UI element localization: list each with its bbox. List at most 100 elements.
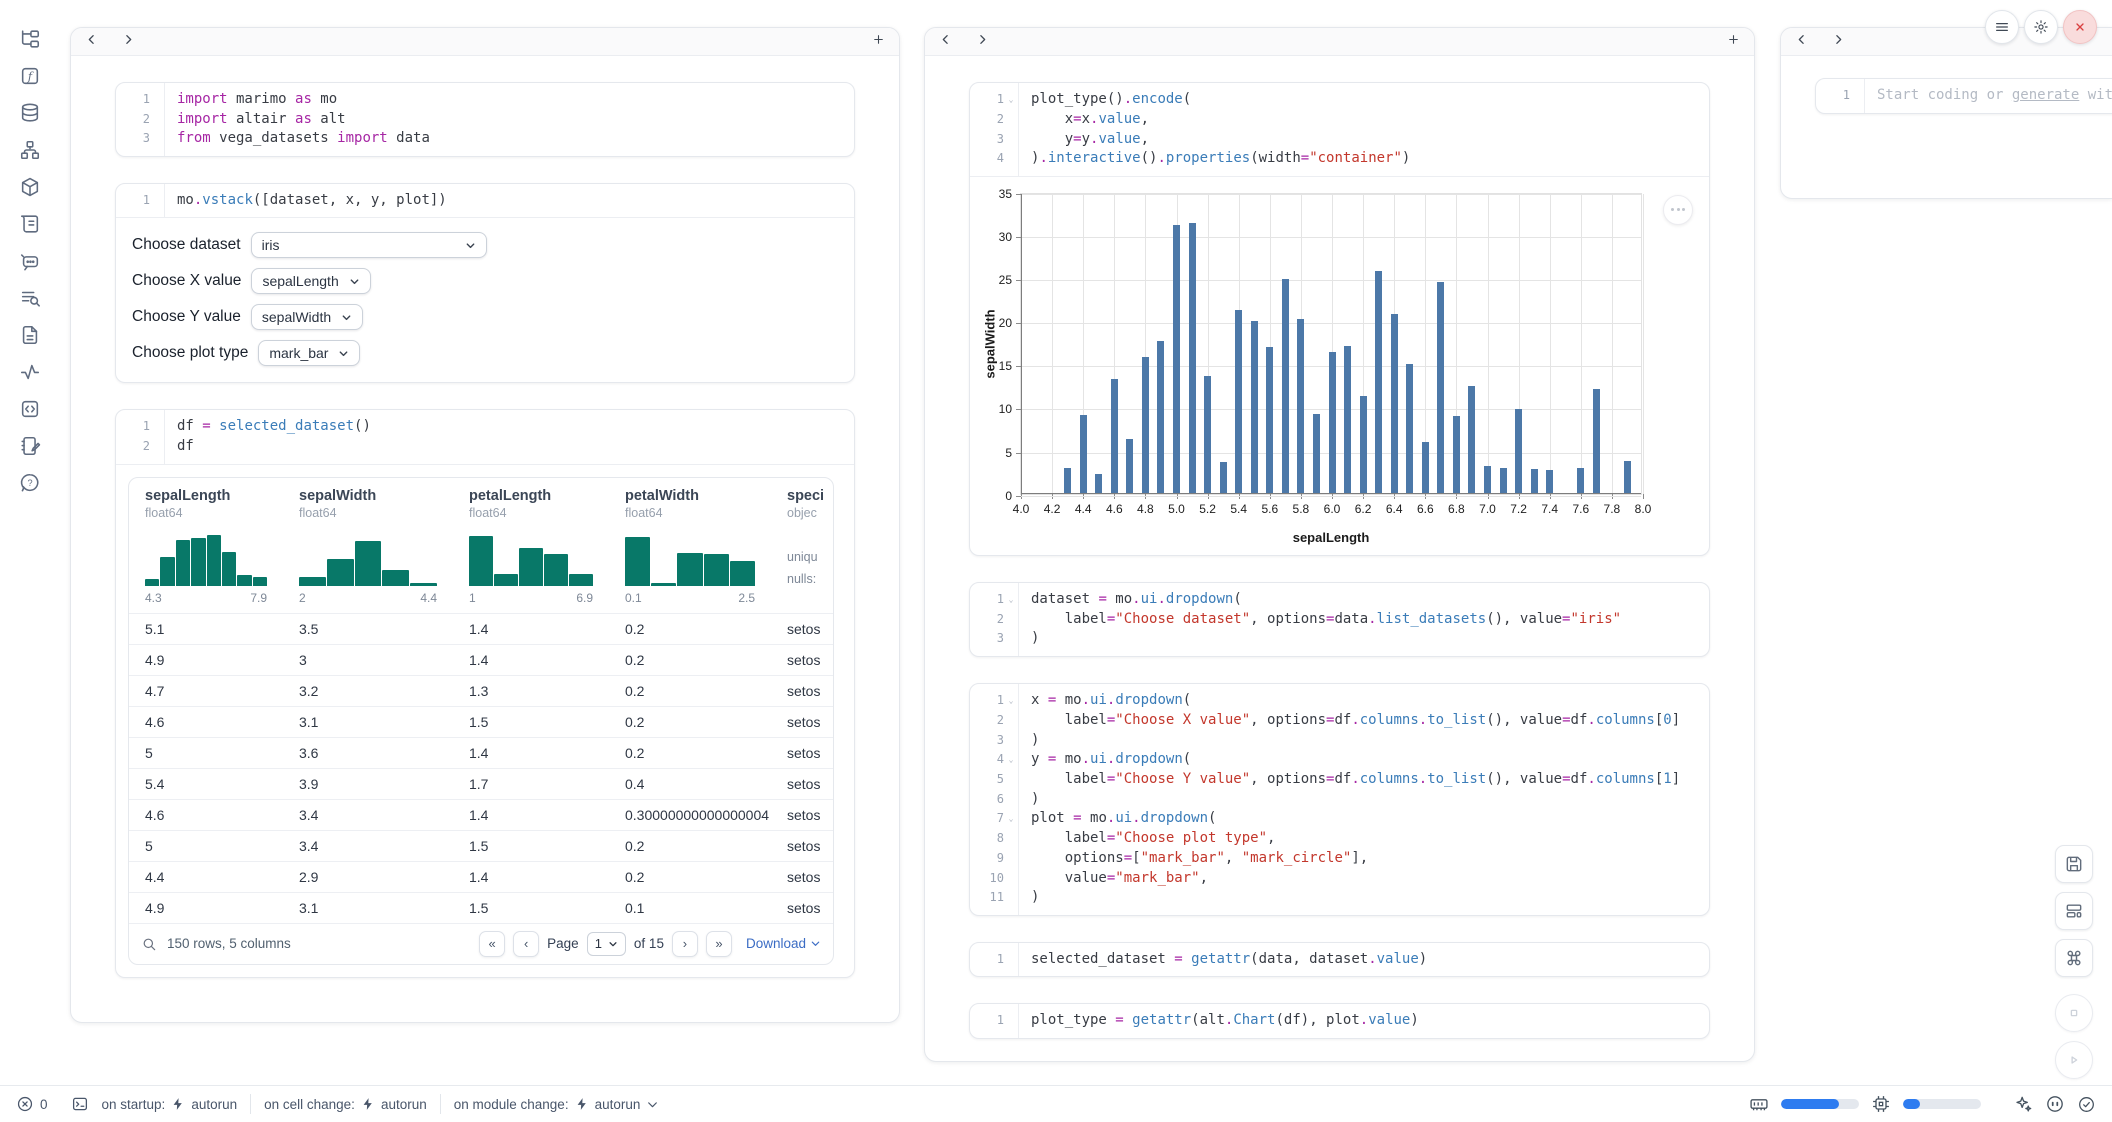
code-editor[interactable]: 1selected_dataset = getattr(data, datase… bbox=[970, 943, 1709, 977]
menu-button[interactable] bbox=[1985, 10, 2019, 44]
table-row[interactable]: 5.13.51.40.2setos bbox=[129, 613, 833, 644]
plot-area[interactable]: 4.04.24.44.64.85.05.25.45.65.86.06.26.46… bbox=[1020, 193, 1642, 495]
dataframe-table: sepalLengthfloat64sepalWidthfloat64petal… bbox=[128, 477, 834, 965]
add-column-icon[interactable] bbox=[872, 33, 885, 51]
code-editor[interactable]: 1import marimo as mo2import altair as al… bbox=[116, 83, 854, 156]
page-select[interactable]: 1 bbox=[587, 932, 626, 956]
table-row[interactable]: 4.73.21.30.2setos bbox=[129, 675, 833, 706]
column-header[interactable]: speciobjec bbox=[771, 478, 834, 526]
notebook-column-left: 1import marimo as mo2import altair as al… bbox=[70, 27, 900, 1023]
collapse-left-icon[interactable] bbox=[85, 33, 98, 51]
on-cell-change-setting[interactable]: on cell change: autorun bbox=[264, 1097, 427, 1112]
cell-output: sepalLengthfloat64sepalWidthfloat64petal… bbox=[116, 464, 854, 977]
cpu-icon bbox=[1871, 1094, 1891, 1114]
column-header[interactable]: sepalWidthfloat64 bbox=[283, 478, 453, 526]
run-button[interactable] bbox=[2055, 1041, 2093, 1079]
column-header[interactable]: sepalLengthfloat64 bbox=[129, 478, 283, 526]
x-value-select[interactable]: sepalLength bbox=[251, 268, 370, 294]
cell-xy-plot-dropdowns: 1⌄x = mo.ui.dropdown(2 label="Choose X v… bbox=[969, 683, 1710, 916]
table-row[interactable]: 53.41.50.2setos bbox=[129, 830, 833, 861]
table-row[interactable]: 5.43.91.70.4setos bbox=[129, 768, 833, 799]
on-startup-setting[interactable]: on startup: autorun bbox=[102, 1097, 238, 1112]
stop-button[interactable] bbox=[2055, 994, 2093, 1032]
y-axis-title: sepalWidth bbox=[983, 309, 998, 378]
code-editor[interactable]: 1df = selected_dataset()2df bbox=[116, 410, 854, 463]
plot-type-select[interactable]: mark_bar bbox=[258, 340, 360, 366]
generate-with-ai-link[interactable]: generate bbox=[2012, 87, 2079, 103]
table-row[interactable]: 4.63.41.40.30000000000000004setos bbox=[129, 799, 833, 830]
copilot-icon[interactable] bbox=[2045, 1094, 2065, 1114]
chevron-down-icon bbox=[341, 312, 352, 323]
collapse-left-icon[interactable] bbox=[1795, 33, 1808, 51]
download-button[interactable]: Download bbox=[746, 936, 821, 951]
page-count-label: of 15 bbox=[634, 936, 664, 951]
connection-check-icon[interactable] bbox=[2077, 1095, 2096, 1114]
column-histogram: 0.12.5 bbox=[609, 526, 771, 613]
help-icon[interactable]: ? bbox=[19, 472, 41, 494]
column-histogram: 16.9 bbox=[453, 526, 609, 613]
terminal-button[interactable] bbox=[71, 1095, 89, 1113]
cell-chart: 1⌄plot_type().encode(2 x=x.value,3 y=y.v… bbox=[969, 82, 1710, 556]
zap-icon bbox=[361, 1097, 375, 1111]
shortcuts-button[interactable] bbox=[2055, 939, 2093, 977]
ai-chat-icon[interactable] bbox=[19, 250, 41, 272]
collapse-right-icon[interactable] bbox=[122, 33, 135, 51]
dropdown-label: Choose dataset bbox=[132, 236, 241, 254]
table-row[interactable]: 4.63.11.50.2setos bbox=[129, 706, 833, 737]
settings-button[interactable] bbox=[2024, 10, 2058, 44]
circle-x-icon[interactable] bbox=[16, 1095, 34, 1113]
code-editor[interactable]: 1mo.vstack([dataset, x, y, plot]) bbox=[116, 184, 854, 218]
shutdown-button[interactable] bbox=[2063, 10, 2097, 44]
next-page-button[interactable]: › bbox=[672, 931, 698, 957]
terminal-icon bbox=[71, 1095, 89, 1113]
chart-options-button[interactable] bbox=[1663, 195, 1693, 225]
ai-sparkles-icon[interactable] bbox=[2013, 1094, 2033, 1114]
status-bar: 0 on startup: autorun on cell change: au… bbox=[0, 1085, 2112, 1122]
dataset-select[interactable]: iris bbox=[251, 232, 487, 258]
column-header[interactable]: petalWidthfloat64 bbox=[609, 478, 771, 526]
scratchpad-icon[interactable] bbox=[19, 435, 41, 457]
add-column-icon[interactable] bbox=[1727, 33, 1740, 51]
dropdown-row: Choose Y value sepalWidth bbox=[132, 304, 838, 330]
collapse-right-icon[interactable] bbox=[1832, 33, 1845, 51]
documentation-icon[interactable] bbox=[19, 324, 41, 346]
prev-page-button[interactable]: ‹ bbox=[513, 931, 539, 957]
dependencies-icon[interactable] bbox=[19, 139, 41, 161]
code-editor[interactable]: 1⌄plot_type().encode(2 x=x.value,3 y=y.v… bbox=[970, 83, 1709, 176]
file-explorer-icon[interactable] bbox=[19, 28, 41, 50]
tracing-icon[interactable] bbox=[19, 361, 41, 383]
collapse-left-icon[interactable] bbox=[939, 33, 952, 51]
layout-button[interactable] bbox=[2055, 892, 2093, 930]
logs-icon[interactable] bbox=[19, 213, 41, 235]
code-editor[interactable]: 1 Start coding or generate with bbox=[1816, 79, 2112, 113]
cell-plot-type: 1plot_type = getattr(alt.Chart(df), plot… bbox=[969, 1003, 1710, 1039]
column-histogram: 24.4 bbox=[283, 526, 453, 613]
code-editor[interactable]: 1⌄dataset = mo.ui.dropdown(2 label="Choo… bbox=[970, 583, 1709, 656]
table-row[interactable]: 4.42.91.40.2setos bbox=[129, 861, 833, 892]
menu-icon bbox=[1994, 19, 2010, 35]
y-value-select[interactable]: sepalWidth bbox=[251, 304, 363, 330]
column-toolbar bbox=[925, 28, 1754, 56]
search-icon[interactable] bbox=[141, 936, 157, 952]
data-sources-icon[interactable] bbox=[19, 102, 41, 124]
packages-icon[interactable] bbox=[19, 176, 41, 198]
collapse-right-icon[interactable] bbox=[976, 33, 989, 51]
error-count: 0 bbox=[16, 1095, 48, 1113]
save-button[interactable] bbox=[2055, 845, 2093, 883]
snippets-icon[interactable] bbox=[19, 398, 41, 420]
table-row[interactable]: 4.93.11.50.1setos bbox=[129, 892, 833, 923]
chevron-down-icon bbox=[465, 240, 476, 251]
first-page-button[interactable]: « bbox=[479, 931, 505, 957]
notebook-column-middle: 1⌄plot_type().encode(2 x=x.value,3 y=y.v… bbox=[924, 27, 1755, 1062]
cell-selected-dataset: 1selected_dataset = getattr(data, datase… bbox=[969, 942, 1710, 978]
column-header[interactable]: petalLengthfloat64 bbox=[453, 478, 609, 526]
dropdown-row: Choose X value sepalLength bbox=[132, 268, 838, 294]
code-editor[interactable]: 1⌄x = mo.ui.dropdown(2 label="Choose X v… bbox=[970, 684, 1709, 915]
table-row[interactable]: 53.61.40.2setos bbox=[129, 737, 833, 768]
on-module-change-setting[interactable]: on module change: autorun bbox=[454, 1097, 660, 1112]
last-page-button[interactable]: » bbox=[706, 931, 732, 957]
variables-icon[interactable]: f bbox=[19, 65, 41, 87]
outline-icon[interactable] bbox=[19, 287, 41, 309]
code-editor[interactable]: 1plot_type = getattr(alt.Chart(df), plot… bbox=[970, 1004, 1709, 1038]
table-row[interactable]: 4.931.40.2setos bbox=[129, 644, 833, 675]
